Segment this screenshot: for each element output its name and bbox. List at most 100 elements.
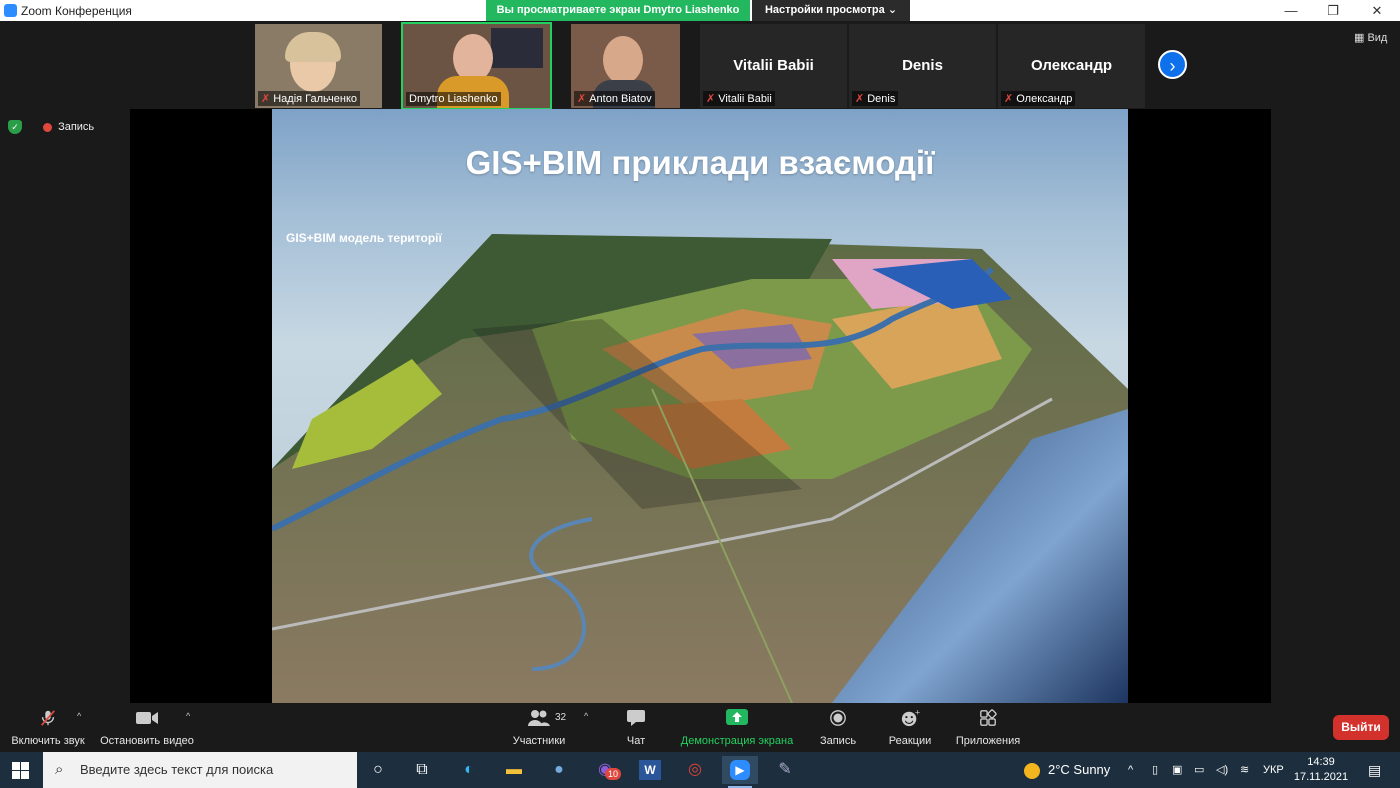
chat-button[interactable]: Чат xyxy=(612,703,660,752)
muted-mic-icon: ✗ xyxy=(855,93,865,105)
windows-start-icon[interactable] xyxy=(12,762,29,779)
participant-tile[interactable]: Vitalii Babii ✗ Vitalii Babii xyxy=(700,24,847,108)
participant-name-tag: ✗ Anton Biatov xyxy=(574,91,655,106)
stop-video-button[interactable]: Остановить видео xyxy=(100,703,194,752)
language-indicator[interactable]: УКР xyxy=(1263,752,1284,788)
unmute-button[interactable]: Включить звук xyxy=(8,703,88,752)
participant-name-tag: ✗ Vitalii Babii xyxy=(703,91,775,106)
unmute-label: Включить звук xyxy=(11,735,85,747)
clock-time: 14:39 xyxy=(1307,756,1335,768)
muted-mic-icon: ✗ xyxy=(706,93,716,105)
weather-widget[interactable]: 2°C Sunny xyxy=(1024,752,1110,788)
apps-button[interactable]: Приложения xyxy=(952,703,1024,752)
participant-video xyxy=(453,34,493,82)
leave-meeting-button[interactable]: Выйти xyxy=(1333,715,1389,740)
participant-name-tag: ✗ Надія Гальченко xyxy=(258,91,361,106)
close-button[interactable]: ✕ xyxy=(1354,0,1400,21)
participant-name: Dmytro Liashenko xyxy=(409,93,498,105)
clock-date: 17.11.2021 xyxy=(1293,771,1349,783)
search-placeholder: Введите здесь текст для поиска xyxy=(80,762,274,777)
participant-name-tag: ✗ Denis xyxy=(852,91,899,106)
taskbar-search-input[interactable]: ⌕ Введите здесь текст для поиска xyxy=(43,752,357,788)
apps-icon xyxy=(980,709,997,726)
word-icon[interactable]: W xyxy=(639,760,661,780)
viber-badge: 10 xyxy=(605,768,622,780)
participant-display-name: Олександр xyxy=(1030,57,1113,74)
meeting-status-bar: ✓ Запись xyxy=(8,120,94,134)
participant-display-name: Denis xyxy=(902,57,943,74)
next-page-arrow-icon[interactable]: › xyxy=(1158,50,1187,79)
tablet-icon[interactable]: ▯ xyxy=(1152,752,1158,788)
shared-screen-area: GIS+BIM приклади взаємодії GIS+BIM модел… xyxy=(130,109,1271,703)
participant-tile[interactable]: ✗ Anton Biatov xyxy=(571,24,680,108)
participant-name: Denis xyxy=(867,93,896,105)
grid-icon: ▦ xyxy=(1354,32,1368,44)
zoom-app-icon xyxy=(4,4,17,17)
muted-mic-icon: ✗ xyxy=(1004,93,1014,105)
webex-icon[interactable]: ● xyxy=(541,756,577,784)
participant-display-name: Vitalii Babii xyxy=(733,57,814,74)
record-label: Запись xyxy=(819,735,857,747)
restore-button[interactable]: ❐ xyxy=(1310,0,1356,21)
background-tv xyxy=(491,28,543,68)
notification-app-icon[interactable]: ▣ xyxy=(1172,752,1182,788)
show-hidden-icons-chevron-icon[interactable]: ^ xyxy=(1128,752,1133,788)
edge-browser-icon[interactable]: ◐ xyxy=(451,756,487,784)
weather-text: 2°C Sunny xyxy=(1048,762,1111,777)
participants-count: 32 xyxy=(555,712,567,723)
sun-icon xyxy=(1024,762,1040,779)
window-title: Zoom Конференция xyxy=(21,4,132,18)
participant-tile[interactable]: ✗ Надія Гальченко xyxy=(255,24,382,108)
participant-video xyxy=(603,36,643,84)
terrain-model-image xyxy=(272,234,1128,703)
meeting-toolbar: Включить звук ^ Остановить видео ^ Участ… xyxy=(0,703,1400,752)
wifi-icon[interactable]: ≋ xyxy=(1240,752,1249,788)
reactions-button[interactable]: + Реакции xyxy=(880,703,940,752)
screen-share-banner: Вы просматриваете экран Dmytro Liashenko xyxy=(486,0,750,21)
viber-icon[interactable]: ◉ 10 xyxy=(587,756,623,784)
smiley-icon: + xyxy=(901,709,921,727)
file-explorer-icon[interactable]: ▬ xyxy=(496,756,532,784)
participant-name-tag: ✗ Олександр xyxy=(1001,91,1076,106)
apps-label: Приложения xyxy=(955,735,1021,747)
share-screen-icon xyxy=(726,709,748,725)
share-screen-label: Демонстрация экрана xyxy=(680,735,794,747)
audio-options-chevron-icon[interactable]: ^ xyxy=(77,711,81,721)
muted-mic-icon: ✗ xyxy=(577,93,587,105)
slide-subtitle: GIS+BIM модель території xyxy=(286,231,442,245)
chat-label: Чат xyxy=(626,735,646,747)
record-button[interactable]: Запись xyxy=(812,703,864,752)
participants-button[interactable]: Участники xyxy=(505,703,573,752)
video-options-chevron-icon[interactable]: ^ xyxy=(186,711,190,721)
volume-icon[interactable]: ◁) xyxy=(1216,752,1228,788)
participant-tile[interactable]: Denis ✗ Denis xyxy=(849,24,996,108)
svg-text:+: + xyxy=(915,709,921,716)
participant-gallery: ✗ Надія Гальченко Dmytro Liashenko ✗ Anton… xyxy=(0,21,1400,110)
windows-taskbar: ⌕ Введите здесь текст для поиска ○ ⧉ ◐ ▬… xyxy=(0,752,1400,788)
muted-microphone-icon xyxy=(41,710,55,726)
share-screen-button[interactable]: Демонстрация экрана xyxy=(676,703,798,752)
video-camera-icon xyxy=(136,712,158,724)
view-button[interactable]: ▦ Вид xyxy=(1354,31,1387,44)
battery-icon[interactable]: ▭ xyxy=(1194,752,1204,788)
cortana-icon[interactable]: ○ xyxy=(360,756,396,784)
participant-video-hair xyxy=(285,32,341,62)
participant-tile-active-speaker[interactable]: Dmytro Liashenko xyxy=(401,22,552,110)
participants-options-chevron-icon[interactable]: ^ xyxy=(584,711,588,721)
zoom-taskbar-icon[interactable]: ▶ xyxy=(722,756,758,788)
chrome-icon[interactable]: ◎ xyxy=(677,756,713,784)
participant-name-tag: Dmytro Liashenko xyxy=(406,92,501,106)
paint-icon[interactable]: ✎ xyxy=(767,756,803,784)
window-titlebar: Zoom Конференция Вы просматриваете экран… xyxy=(0,0,1400,21)
recording-label: Запись xyxy=(58,120,95,133)
participant-tile[interactable]: Олександр ✗ Олександр xyxy=(998,24,1145,108)
task-view-icon[interactable]: ⧉ xyxy=(404,756,440,784)
search-icon: ⌕ xyxy=(55,761,64,778)
record-icon xyxy=(830,710,846,726)
notifications-icon[interactable]: ▤ xyxy=(1368,752,1381,788)
system-clock[interactable]: 14:39 17.11.2021 xyxy=(1290,755,1352,785)
view-options-dropdown[interactable]: Настройки просмотра ⌄ xyxy=(752,0,910,21)
view-label: Вид xyxy=(1367,32,1388,44)
minimize-button[interactable]: — xyxy=(1268,0,1314,21)
shield-icon[interactable]: ✓ xyxy=(8,120,22,134)
